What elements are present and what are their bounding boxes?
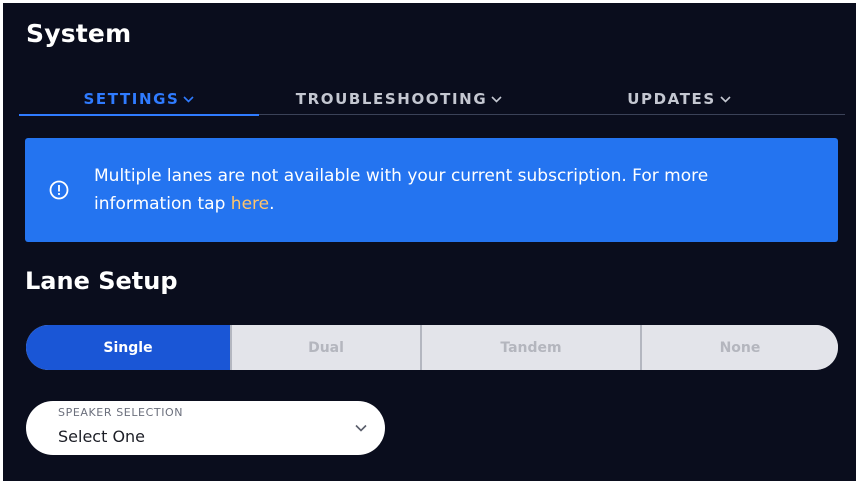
speaker-selection-label: SPEAKER SELECTION — [58, 406, 184, 419]
alert-suffix: . — [269, 194, 275, 214]
tab-settings[interactable]: SETTINGS — [19, 83, 259, 116]
lane-option-dual[interactable]: Dual — [232, 325, 422, 370]
tab-troubleshooting-label: TROUBLESHOOTING — [295, 90, 488, 108]
lane-setup-selector: Single Dual Tandem None — [26, 325, 838, 370]
chevron-down-icon — [720, 95, 731, 103]
tab-updates-label: UPDATES — [627, 90, 716, 108]
lane-option-tandem[interactable]: Tandem — [422, 325, 642, 370]
tab-bar: SETTINGS TROUBLESHOOTING UPDATES — [19, 83, 845, 116]
speaker-selection-dropdown[interactable]: SPEAKER SELECTION Select One — [26, 401, 385, 455]
lane-option-none[interactable]: None — [642, 325, 838, 370]
chevron-down-icon — [354, 421, 368, 435]
chevron-down-icon — [183, 95, 195, 103]
speaker-selection-value: Select One — [58, 427, 146, 446]
system-screen: System SETTINGS TROUBLESHOOTING UPDATES — [3, 3, 856, 481]
tab-troubleshooting[interactable]: TROUBLESHOOTING — [259, 83, 539, 115]
lane-setup-title: Lane Setup — [25, 267, 178, 295]
alert-here-link[interactable]: here — [231, 194, 269, 214]
lane-option-single[interactable]: Single — [26, 325, 232, 370]
info-circle-icon — [49, 180, 69, 200]
page-title: System — [26, 19, 132, 48]
subscription-alert: Multiple lanes are not available with yo… — [25, 138, 838, 242]
chevron-down-icon — [491, 95, 502, 103]
tab-settings-label: SETTINGS — [83, 90, 180, 108]
tab-updates[interactable]: UPDATES — [539, 83, 819, 115]
alert-text: Multiple lanes are not available with yo… — [94, 166, 709, 214]
alert-message: Multiple lanes are not available with yo… — [94, 162, 788, 218]
